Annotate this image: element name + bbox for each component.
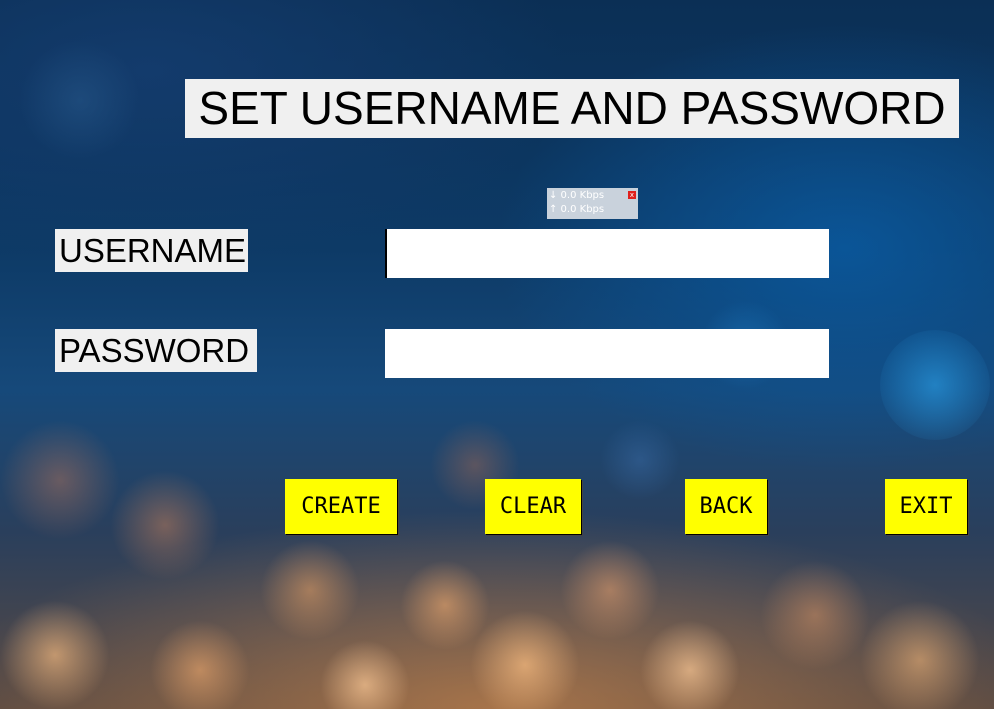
bokeh-light xyxy=(860,600,980,709)
bokeh-light xyxy=(20,40,140,160)
exit-button[interactable]: EXIT xyxy=(885,479,967,534)
page-title: SET USERNAME AND PASSWORD xyxy=(185,79,959,138)
network-speed-widget: ↓ 0.0 Kbps ↑ 0.0 Kbps x xyxy=(547,188,638,219)
bokeh-light xyxy=(400,560,490,650)
bokeh-light xyxy=(0,420,120,540)
back-button[interactable]: BACK xyxy=(685,479,767,534)
bokeh-light xyxy=(880,330,990,440)
bokeh-light xyxy=(150,620,250,709)
close-icon[interactable]: x xyxy=(628,191,636,199)
clear-button[interactable]: CLEAR xyxy=(485,479,581,534)
bokeh-light xyxy=(470,610,580,709)
bokeh-light xyxy=(260,540,360,640)
username-label: USERNAME xyxy=(55,229,248,272)
bokeh-light xyxy=(640,620,740,709)
bokeh-light xyxy=(0,600,110,709)
create-button[interactable]: CREATE xyxy=(285,479,397,534)
password-field[interactable] xyxy=(385,329,829,378)
bokeh-light xyxy=(760,560,870,670)
bokeh-light xyxy=(110,470,220,580)
bokeh-light xyxy=(320,640,410,709)
upload-speed: ↑ 0.0 Kbps xyxy=(549,204,605,215)
download-speed: ↓ 0.0 Kbps xyxy=(549,190,605,201)
bokeh-light xyxy=(600,420,680,500)
password-label: PASSWORD xyxy=(55,329,257,372)
bokeh-light xyxy=(560,540,660,640)
username-field[interactable] xyxy=(385,229,829,278)
